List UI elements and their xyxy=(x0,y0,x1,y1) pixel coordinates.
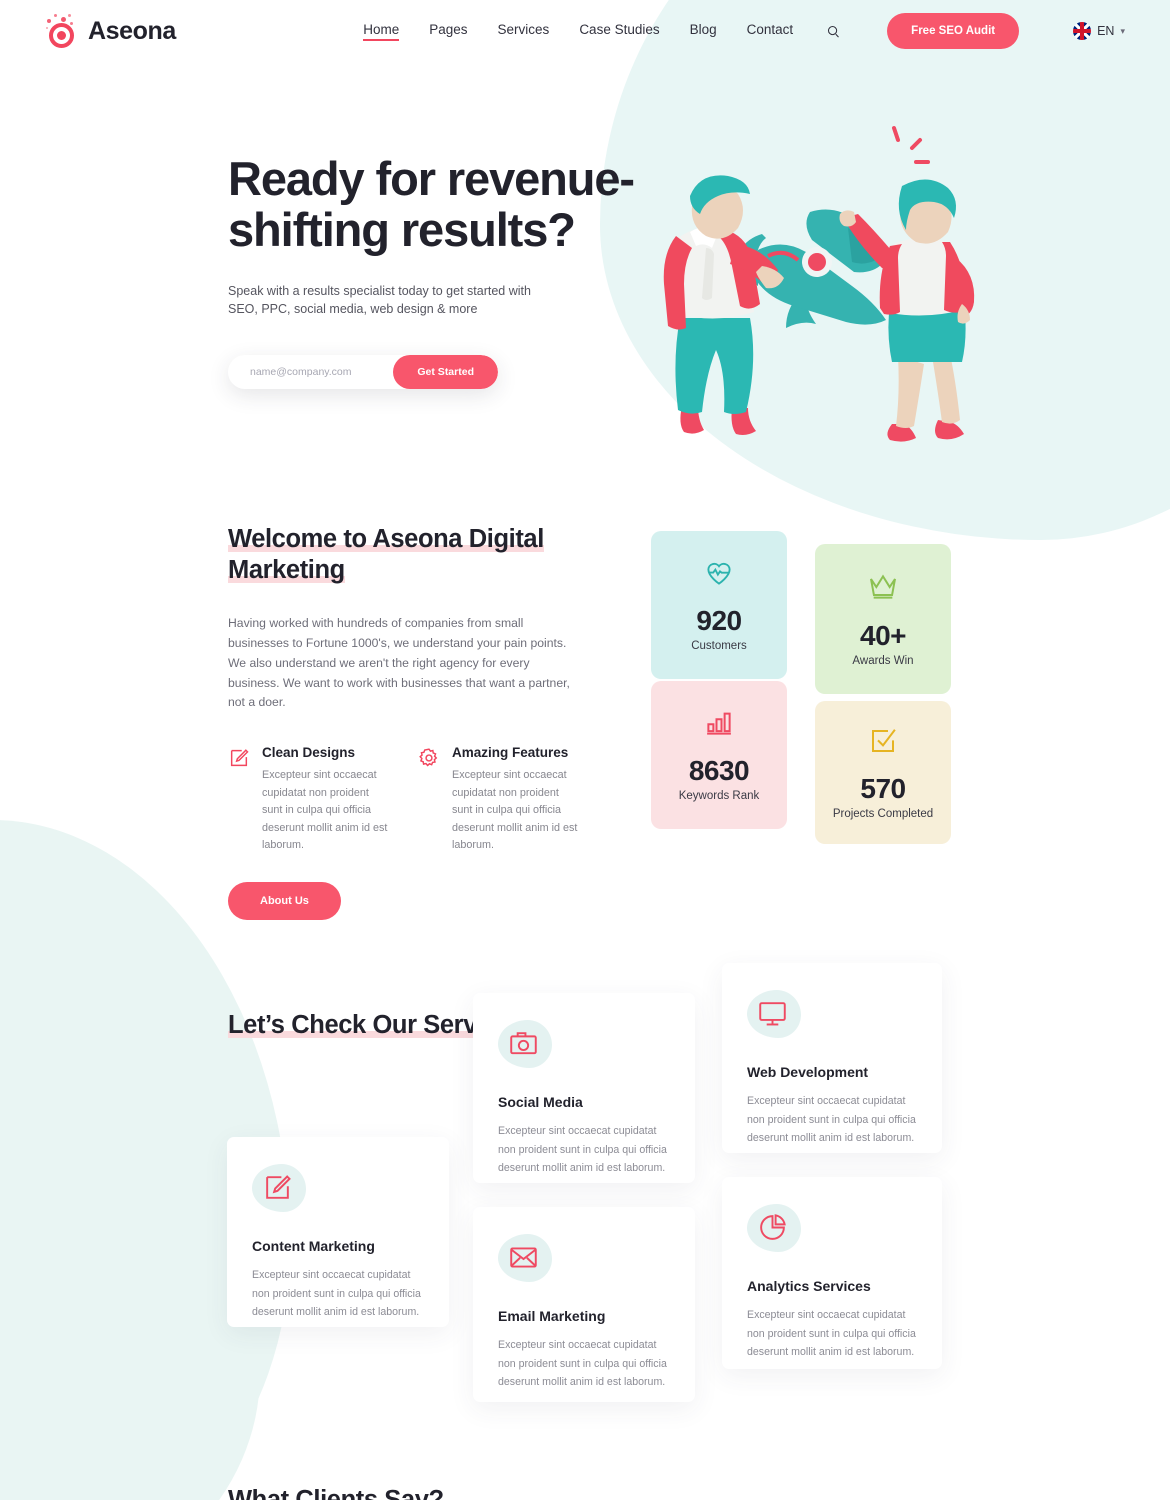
checkbox-tick-icon xyxy=(868,726,898,761)
service-text: Excepteur sint occaecat cupidatat non pr… xyxy=(498,1339,667,1388)
service-icon-wrap xyxy=(252,1164,308,1216)
service-card-analytics-services[interactable]: Analytics Services Excepteur sint occaec… xyxy=(722,1177,942,1370)
service-icon-wrap xyxy=(747,990,803,1042)
landing-page: Aseona Home Pages Services Case Studies … xyxy=(0,0,1170,1500)
chevron-down-icon: ▾ xyxy=(1120,25,1125,36)
service-card-email-marketing[interactable]: Email Marketing Excepteur sint occaecat … xyxy=(473,1207,695,1403)
get-started-button[interactable]: Get Started xyxy=(393,355,498,389)
two-people-holding-rocket-illustration xyxy=(650,108,990,458)
main-navigation: Home Pages Services Case Studies Blog Co… xyxy=(363,13,1125,49)
welcome-content: Welcome to Aseona Digital Marketing Havi… xyxy=(228,524,578,921)
feature-title: Clean Designs xyxy=(262,745,356,761)
logo-text: Aseona xyxy=(88,16,176,45)
email-subscribe-form: Get Started xyxy=(228,355,498,389)
nav-item-blog[interactable]: Blog xyxy=(690,22,717,41)
nav-item-contact[interactable]: Contact xyxy=(747,22,794,41)
welcome-section: Welcome to Aseona Digital Marketing Havi… xyxy=(0,524,1170,921)
feature-title: Amazing Features xyxy=(452,745,569,761)
feature-text: Excepteur sint occaecat cupidatat non pr… xyxy=(452,769,578,851)
pencil-edit-icon xyxy=(262,1172,293,1203)
site-header: Aseona Home Pages Services Case Studies … xyxy=(0,0,1170,62)
pencil-edit-icon xyxy=(228,747,250,769)
service-icon-wrap xyxy=(498,1234,554,1286)
heart-pulse-icon xyxy=(704,558,734,593)
feature-item-clean-designs: Clean Designs Excepteur sint occaecat cu… xyxy=(228,745,388,854)
stat-label: Awards Win xyxy=(852,655,914,667)
service-text: Excepteur sint occaecat cupidatat non pr… xyxy=(747,1095,916,1144)
search-icon[interactable] xyxy=(823,21,843,41)
testimonial-people-illustration xyxy=(690,1495,1020,1500)
stat-card-customers: 920 Customers xyxy=(651,531,787,679)
testimonials-section: What Clients Say? xyxy=(0,1485,1170,1500)
pie-chart-icon xyxy=(757,1212,788,1243)
camera-icon xyxy=(508,1028,539,1059)
bar-chart-icon xyxy=(704,708,734,743)
service-text: Excepteur sint occaecat cupidatat non pr… xyxy=(747,1309,916,1358)
target-dot-logo-icon xyxy=(45,13,79,49)
nav-item-case-studies[interactable]: Case Studies xyxy=(579,22,659,41)
service-text: Excepteur sint occaecat cupidatat non pr… xyxy=(252,1269,421,1318)
stat-card-keywords: 8630 Keywords Rank xyxy=(651,681,787,829)
stat-label: Keywords Rank xyxy=(678,790,760,802)
stats-grid: 920 Customers 40+ Awards Win 8630 Keywor… xyxy=(651,524,951,844)
stat-label: Customers xyxy=(691,640,747,652)
stat-card-projects: 570 Projects Completed xyxy=(815,701,951,844)
hero-subtitle: Speak with a results specialist today to… xyxy=(228,283,531,317)
page-title: Welcome to Aseona Digital Marketing xyxy=(228,525,544,585)
feature-item-amazing-features: Amazing Features Excepteur sint occaecat… xyxy=(418,745,578,854)
envelope-icon xyxy=(508,1242,539,1273)
services-section: Let’s Check Our Services Social Media Ex… xyxy=(0,963,1170,1455)
hero-section: Ready for revenue-shifting results? Spea… xyxy=(0,62,1170,389)
service-icon-wrap xyxy=(498,1020,554,1072)
service-card-web-development[interactable]: Web Development Excepteur sint occaecat … xyxy=(722,963,942,1154)
stat-value: 920 xyxy=(696,605,742,636)
service-title: Social Media xyxy=(498,1094,583,1111)
service-text: Excepteur sint occaecat cupidatat non pr… xyxy=(498,1125,667,1174)
welcome-heading-wrap: Welcome to Aseona Digital Marketing xyxy=(228,524,578,586)
stat-card-awards: 40+ Awards Win xyxy=(815,544,951,694)
uk-flag-icon xyxy=(1073,22,1092,40)
service-card-content-marketing[interactable]: Content Marketing Excepteur sint occaeca… xyxy=(227,1137,449,1328)
stat-value: 8630 xyxy=(688,755,750,786)
stat-label: Projects Completed xyxy=(832,807,934,820)
nav-item-pages[interactable]: Pages xyxy=(429,22,467,41)
feature-text: Excepteur sint occaecat cupidatat non pr… xyxy=(262,769,388,851)
service-title: Email Marketing xyxy=(498,1308,606,1325)
welcome-body-text: Having worked with hundreds of companies… xyxy=(228,616,570,710)
hero-title: Ready for revenue-shifting results? xyxy=(228,152,635,256)
service-icon-wrap xyxy=(747,1204,803,1256)
monitor-icon xyxy=(757,998,788,1029)
crown-icon xyxy=(867,571,899,608)
feature-list: Clean Designs Excepteur sint occaecat cu… xyxy=(228,745,578,854)
nav-item-home[interactable]: Home xyxy=(363,22,400,41)
language-code: EN xyxy=(1097,24,1115,38)
about-us-button[interactable]: About Us xyxy=(228,882,341,921)
service-title: Content Marketing xyxy=(252,1238,375,1255)
service-title: Web Development xyxy=(747,1064,869,1081)
stat-value: 570 xyxy=(860,772,906,804)
nav-item-services[interactable]: Services xyxy=(498,22,550,41)
service-title: Analytics Services xyxy=(747,1278,871,1295)
free-seo-audit-button[interactable]: Free SEO Audit xyxy=(887,13,1020,49)
email-input[interactable] xyxy=(228,366,394,378)
language-selector[interactable]: EN ▾ xyxy=(1073,22,1125,40)
gear-settings-icon xyxy=(418,747,440,769)
logo[interactable]: Aseona xyxy=(45,13,176,49)
testimonials-title: What Clients Say? xyxy=(228,1486,444,1500)
stat-value: 40+ xyxy=(860,620,907,651)
service-card-social-media[interactable]: Social Media Excepteur sint occaecat cup… xyxy=(473,993,695,1184)
